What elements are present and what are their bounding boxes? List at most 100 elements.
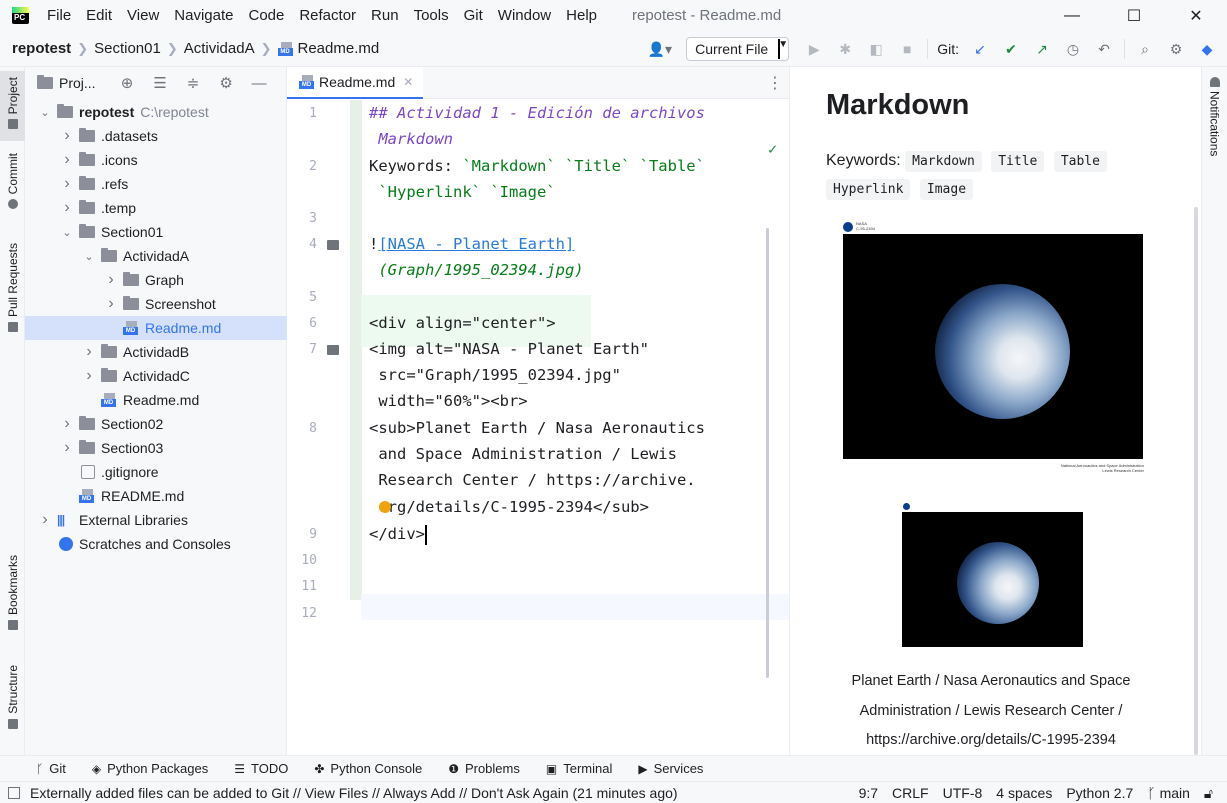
pull-requests-tool-tab[interactable]: Pull Requests xyxy=(0,243,25,343)
line-number[interactable]: 4 xyxy=(287,237,317,252)
tree-item-actividadb[interactable]: › ActividadB xyxy=(25,340,287,364)
tree-item-repotest[interactable]: ⌄ repotest C:\repotest xyxy=(25,100,287,124)
search-icon[interactable]: ⌕ xyxy=(1134,41,1156,58)
problems-tool-button[interactable]: ❶ Problems xyxy=(448,761,520,776)
tree-item-readme-md[interactable]: MD Readme.md xyxy=(25,388,287,412)
breadcrumb-section01[interactable]: Section01 xyxy=(94,40,161,57)
chevron-down-icon[interactable]: ⌄ xyxy=(81,250,97,263)
tree-item-actividada[interactable]: ⌄ ActividadA xyxy=(25,244,287,268)
line-number[interactable]: 3 xyxy=(287,211,317,226)
close-tab-icon[interactable]: ✕ xyxy=(403,75,413,89)
debug-icon[interactable]: ✱ xyxy=(834,41,856,58)
gear-icon[interactable]: ⚙ xyxy=(1165,41,1187,58)
locate-file-icon[interactable]: ⊕ xyxy=(116,74,139,92)
line-number[interactable]: 6 xyxy=(287,316,317,331)
line-number[interactable]: 10 xyxy=(287,553,317,568)
line-number[interactable]: 1 xyxy=(287,106,317,121)
chevron-right-icon[interactable]: › xyxy=(37,511,53,529)
menu-help[interactable]: Help xyxy=(566,7,597,24)
tree-item-section03[interactable]: › Section03 xyxy=(25,436,287,460)
line-number[interactable]: 11 xyxy=(287,579,317,594)
chevron-right-icon[interactable]: › xyxy=(59,199,75,217)
tree-item-datasets[interactable]: › .datasets xyxy=(25,124,287,148)
breadcrumb-file[interactable]: MD Readme.md xyxy=(277,40,379,57)
menu-window[interactable]: Window xyxy=(498,7,551,24)
commit-tool-tab[interactable]: Commit xyxy=(0,153,25,223)
chevron-right-icon[interactable]: › xyxy=(103,295,119,313)
minimize-button[interactable]: — xyxy=(1041,0,1103,31)
line-number[interactable]: 2 xyxy=(287,159,317,174)
tree-item-screenshot[interactable]: › Screenshot xyxy=(25,292,287,316)
tree-item-graph[interactable]: › Graph xyxy=(25,268,287,292)
maximize-button[interactable]: ☐ xyxy=(1103,0,1165,31)
chevron-right-icon[interactable]: › xyxy=(81,367,97,385)
lock-icon[interactable]: 🔓︎ xyxy=(1204,785,1213,802)
line-number[interactable]: 8 xyxy=(287,421,317,436)
jetbrains-ai-icon[interactable]: ◆ xyxy=(1196,41,1218,58)
menu-git[interactable]: Git xyxy=(464,7,483,24)
code-area[interactable]: ✓ ## Actividad 1 - Edición de archivos M… xyxy=(361,100,789,755)
terminal-tool-button[interactable]: ▣ Terminal xyxy=(546,761,612,776)
chevron-right-icon[interactable]: › xyxy=(59,151,75,169)
editor-scrollbar[interactable] xyxy=(766,228,769,678)
breadcrumb-actividada[interactable]: ActividadA xyxy=(184,40,255,57)
menu-run[interactable]: Run xyxy=(371,7,399,24)
line-number[interactable]: 7 xyxy=(287,342,317,357)
todo-tool-button[interactable]: ☰ TODO xyxy=(234,761,288,776)
chevron-down-icon[interactable]: ⌄ xyxy=(37,106,53,119)
menu-tools[interactable]: Tools xyxy=(414,7,449,24)
menu-refactor[interactable]: Refactor xyxy=(299,7,356,24)
preview-caption-line-3[interactable]: https://archive.org/details/C-1995-2394 xyxy=(826,726,1156,755)
collapse-all-icon[interactable]: ≑ xyxy=(182,74,205,92)
file-encoding[interactable]: UTF-8 xyxy=(943,785,983,801)
line-separator[interactable]: CRLF xyxy=(892,785,929,801)
indentation[interactable]: 4 spaces xyxy=(996,785,1052,801)
tree-item-section02[interactable]: › Section02 xyxy=(25,412,287,436)
menu-edit[interactable]: Edit xyxy=(86,7,112,24)
python-packages-tool-button[interactable]: ◈ Python Packages xyxy=(92,761,208,776)
caret-position[interactable]: 9:7 xyxy=(859,785,878,801)
chevron-right-icon[interactable]: › xyxy=(59,175,75,193)
image-preview-icon[interactable] xyxy=(327,345,339,355)
services-tool-button[interactable]: ▶ Services xyxy=(638,761,703,776)
python-console-tool-button[interactable]: ✤ Python Console xyxy=(314,761,422,776)
intention-bulb-icon[interactable] xyxy=(379,501,391,513)
line-number[interactable]: 5 xyxy=(287,290,317,305)
rollback-icon[interactable]: ↶ xyxy=(1093,41,1115,58)
python-interpreter[interactable]: Python 2.7 xyxy=(1066,785,1133,801)
hide-panel-icon[interactable]: — xyxy=(248,75,271,92)
stop-icon[interactable]: ■ xyxy=(896,41,918,57)
breadcrumb-root[interactable]: repotest xyxy=(12,40,71,57)
run-configuration-select[interactable]: Current File ▼ xyxy=(686,37,790,61)
preview-scrollbar[interactable] xyxy=(1194,207,1198,755)
tree-item-readme-md[interactable]: MD Readme.md xyxy=(25,316,287,340)
git-history-icon[interactable]: ◷ xyxy=(1062,41,1084,58)
chevron-down-icon[interactable]: ⌄ xyxy=(59,226,75,239)
menu-code[interactable]: Code xyxy=(248,7,284,24)
tree-item-external-libraries[interactable]: › ||| External Libraries xyxy=(25,508,287,532)
chevron-right-icon[interactable]: › xyxy=(103,271,119,289)
tree-item-scratches-and-consoles[interactable]: Scratches and Consoles xyxy=(25,532,287,556)
tree-item-actividadc[interactable]: › ActividadC xyxy=(25,364,287,388)
notifications-tool-tab[interactable]: Notifications xyxy=(1202,77,1227,187)
tree-item-section01[interactable]: ⌄ Section01 xyxy=(25,220,287,244)
toggle-tool-windows-icon[interactable] xyxy=(8,786,20,799)
gear-icon[interactable]: ⚙ xyxy=(215,74,238,92)
tree-item-gitignore[interactable]: .gitignore xyxy=(25,460,287,484)
coverage-icon[interactable]: ◧ xyxy=(865,41,887,58)
tree-item-icons[interactable]: › .icons xyxy=(25,148,287,172)
menu-file[interactable]: File xyxy=(47,7,71,24)
structure-tool-tab[interactable]: Structure xyxy=(0,665,25,745)
more-options-icon[interactable]: ⋮ xyxy=(767,73,783,93)
line-number[interactable]: 12 xyxy=(287,606,317,621)
chevron-right-icon[interactable]: › xyxy=(59,415,75,433)
expand-all-icon[interactable]: ☰ xyxy=(149,74,172,92)
git-tool-button[interactable]: ᚴ Git xyxy=(36,761,66,776)
tree-item-temp[interactable]: › .temp xyxy=(25,196,287,220)
git-commit-icon[interactable]: ✔ xyxy=(1000,41,1022,58)
status-message[interactable]: Externally added files can be added to G… xyxy=(30,785,678,801)
chevron-right-icon[interactable]: › xyxy=(81,343,97,361)
menu-view[interactable]: View xyxy=(127,7,159,24)
add-user-icon[interactable]: 👤▾ xyxy=(648,41,672,58)
chevron-right-icon[interactable]: › xyxy=(59,439,75,457)
